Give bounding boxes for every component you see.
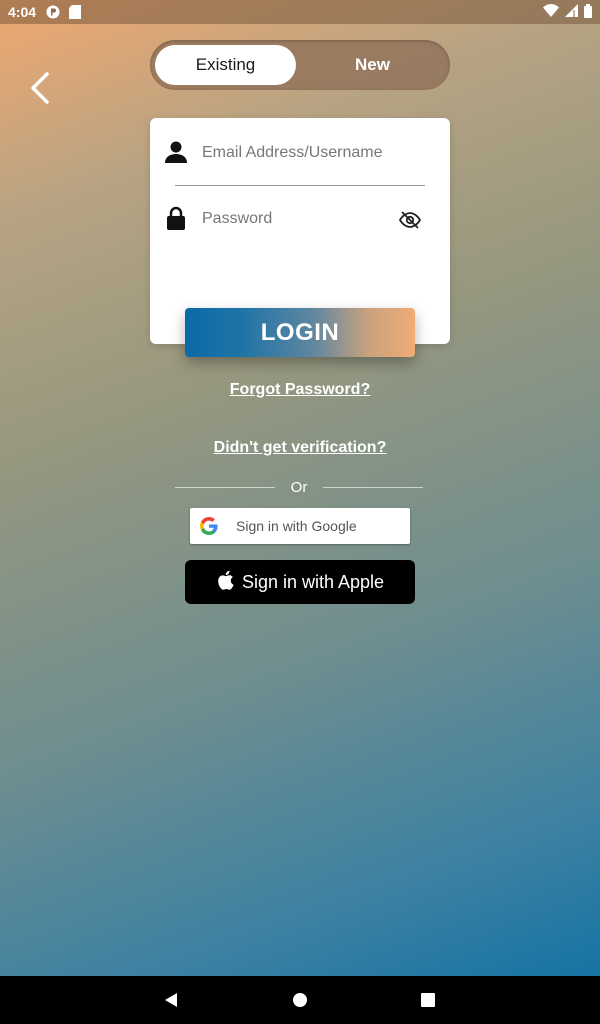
status-time: 4:04 (8, 4, 37, 20)
tab-existing[interactable]: Existing (155, 45, 296, 85)
battery-icon (584, 3, 592, 21)
triangle-back-icon (165, 993, 177, 1007)
back-button[interactable] (22, 68, 58, 108)
circle-home-icon (293, 993, 307, 1007)
account-type-toggle: Existing New (150, 40, 450, 90)
google-g-icon (200, 517, 218, 535)
forgot-password-link[interactable]: Forgot Password? (0, 381, 600, 399)
divider-line-right (323, 487, 423, 488)
lock-icon (167, 206, 185, 230)
nav-back-button[interactable] (159, 988, 183, 1012)
system-nav-bar (0, 976, 600, 1024)
status-bar: 4:04 (0, 0, 600, 24)
app-notification-icon (46, 5, 60, 19)
wifi-icon (543, 4, 559, 20)
chevron-left-icon (31, 72, 49, 104)
person-icon (165, 141, 187, 163)
email-field[interactable] (202, 138, 422, 168)
nav-recents-button[interactable] (416, 988, 440, 1012)
password-field[interactable] (202, 204, 422, 234)
signal-icon (565, 4, 578, 20)
sd-card-icon (68, 5, 82, 19)
apple-sign-in-button[interactable]: Sign in with Apple (185, 560, 415, 604)
apple-logo-icon (218, 570, 234, 590)
resend-verification-link[interactable]: Didn't get verification? (0, 439, 600, 457)
google-sign-in-button[interactable]: Sign in with Google (190, 508, 410, 544)
eye-off-icon[interactable] (398, 208, 422, 232)
email-row (150, 134, 450, 174)
password-row (150, 200, 450, 240)
or-divider: Or (175, 478, 425, 498)
nav-home-button[interactable] (288, 988, 312, 1012)
login-button[interactable]: LOGIN (185, 308, 415, 357)
or-label: Or (290, 479, 308, 496)
divider-line-left (175, 487, 275, 488)
google-sign-in-label: Sign in with Google (236, 518, 357, 534)
tab-new[interactable]: New (300, 45, 445, 85)
square-recents-icon (421, 993, 435, 1007)
apple-sign-in-label: Sign in with Apple (241, 571, 385, 592)
email-underline (175, 185, 425, 186)
